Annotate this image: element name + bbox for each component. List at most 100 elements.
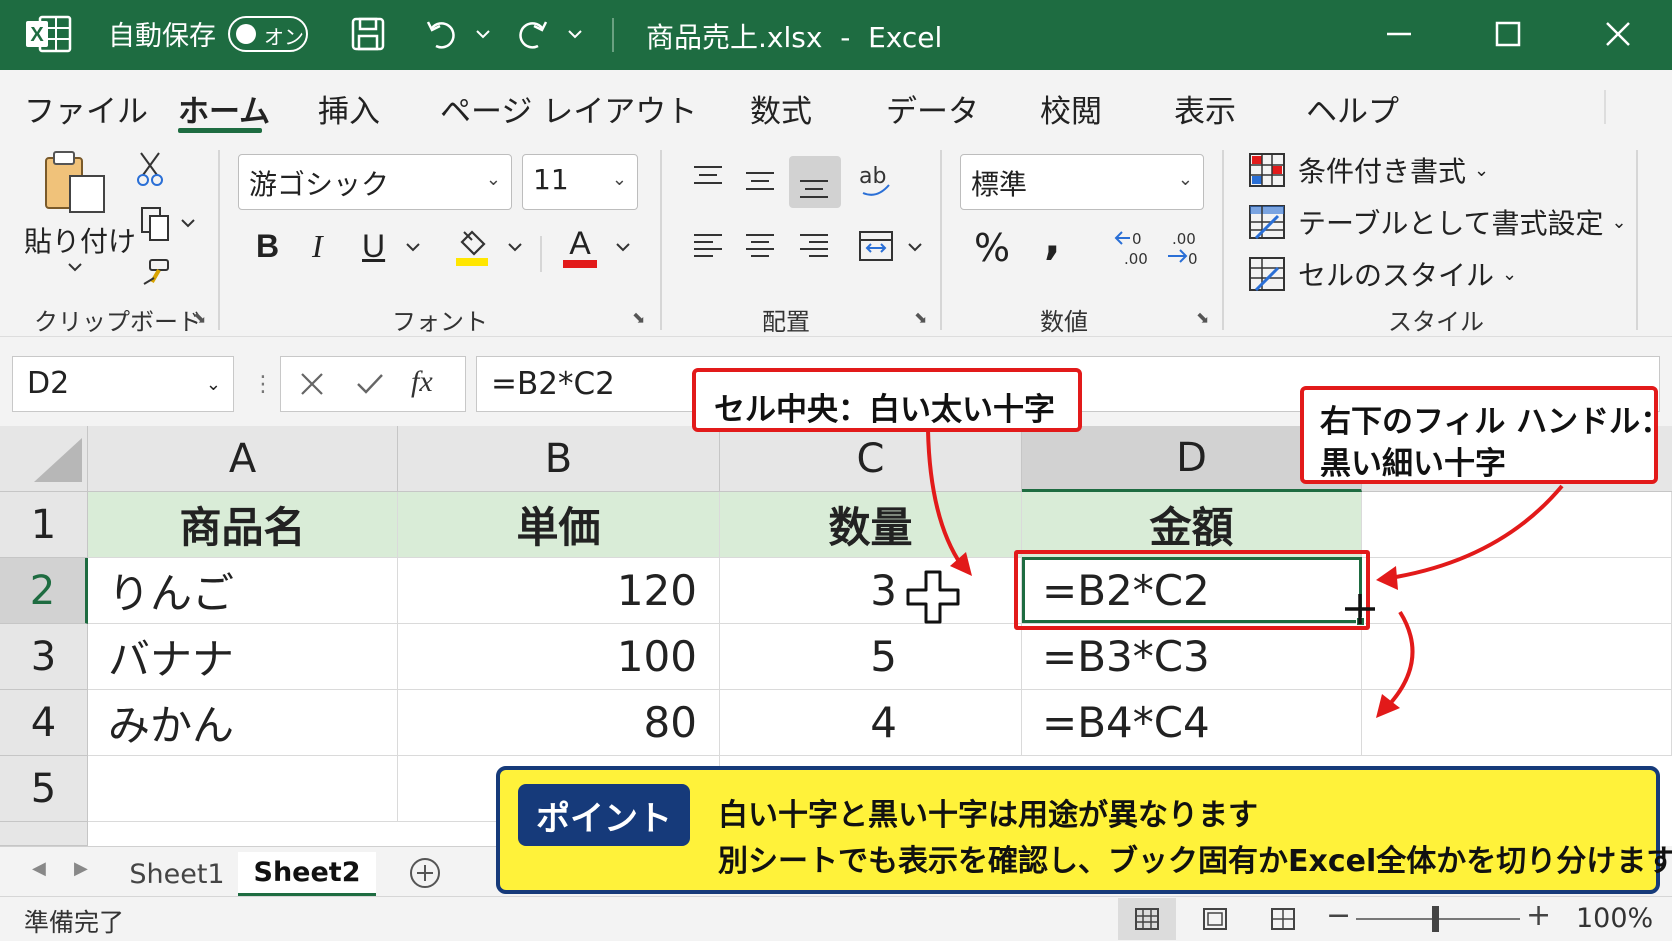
bold-button[interactable]: B: [256, 228, 279, 265]
font-name-select[interactable]: 游ゴシック ⌄: [238, 154, 512, 210]
cut-button[interactable]: [132, 150, 168, 188]
add-sheet-button[interactable]: [406, 854, 444, 892]
cell-a3[interactable]: バナナ: [88, 624, 398, 690]
tab-data[interactable]: データ: [886, 86, 979, 131]
copy-button[interactable]: [138, 206, 200, 242]
row-header-1[interactable]: 1: [0, 492, 88, 558]
tab-formulas[interactable]: 数式: [750, 86, 812, 131]
cell-d1[interactable]: 金額: [1022, 492, 1362, 558]
format-as-table-button[interactable]: テーブルとして書式設定 ⌄: [1248, 202, 1627, 242]
align-right-button[interactable]: [796, 226, 832, 266]
tab-insert[interactable]: 挿入: [318, 86, 380, 131]
comma-style-button[interactable]: ,: [1044, 214, 1061, 265]
cell-b4[interactable]: 80: [398, 690, 720, 756]
clipboard-launcher-icon[interactable]: ⬊: [193, 308, 206, 327]
row-header-6[interactable]: [0, 822, 88, 846]
cell-a2[interactable]: りんご: [88, 558, 398, 624]
cell-e2[interactable]: [1362, 558, 1672, 624]
zoom-slider-thumb[interactable]: [1432, 906, 1439, 932]
align-left-button[interactable]: [690, 226, 726, 266]
sheet-tab-sheet1[interactable]: Sheet1: [118, 852, 236, 896]
cell-b2[interactable]: 120: [398, 558, 720, 624]
sheet-tab-sheet2[interactable]: Sheet2: [238, 852, 376, 896]
row-header-4[interactable]: 4: [0, 690, 88, 756]
font-color-dropdown[interactable]: [612, 238, 634, 258]
tab-file[interactable]: ファイル: [24, 86, 148, 131]
merge-center-button[interactable]: [856, 226, 896, 266]
row-header-5[interactable]: 5: [0, 756, 88, 822]
tab-review[interactable]: 校閲: [1040, 86, 1102, 131]
number-format-select[interactable]: 標準 ⌄: [960, 154, 1204, 210]
font-color-button[interactable]: A: [560, 224, 600, 270]
cancel-entry-button[interactable]: [295, 367, 329, 401]
fill-color-button[interactable]: [450, 224, 494, 270]
align-middle-button[interactable]: [742, 160, 778, 200]
paste-button[interactable]: [40, 148, 112, 216]
font-launcher-icon[interactable]: ⬊: [632, 308, 645, 327]
align-center-button[interactable]: [742, 226, 778, 266]
zoom-out-button[interactable]: −: [1326, 898, 1351, 933]
column-header-a[interactable]: A: [88, 426, 398, 492]
cell-c2[interactable]: 3: [720, 558, 1022, 624]
page-break-view-button[interactable]: [1254, 898, 1312, 940]
cell-a1[interactable]: 商品名: [88, 492, 398, 558]
decrease-decimal-button[interactable]: .00 0: [1162, 226, 1206, 270]
align-bottom-button[interactable]: [796, 164, 832, 204]
align-top-button[interactable]: [690, 158, 726, 198]
cell-c1[interactable]: 数量: [720, 492, 1022, 558]
cell-e1[interactable]: [1362, 492, 1672, 558]
tab-help[interactable]: ヘルプ: [1306, 86, 1399, 131]
page-layout-view-button[interactable]: [1186, 898, 1244, 940]
cell-a5[interactable]: [88, 756, 398, 822]
cell-d4[interactable]: =B4*C4: [1022, 690, 1362, 756]
normal-view-button[interactable]: [1118, 898, 1176, 940]
paste-dropdown[interactable]: [62, 258, 88, 278]
zoom-in-button[interactable]: +: [1526, 898, 1551, 933]
fill-color-dropdown[interactable]: [504, 238, 526, 258]
format-painter-button[interactable]: [138, 254, 174, 290]
confirm-entry-button[interactable]: [353, 367, 387, 401]
cell-d3[interactable]: =B3*C3: [1022, 624, 1362, 690]
italic-button[interactable]: I: [312, 228, 323, 265]
redo-dropdown[interactable]: [566, 14, 584, 54]
column-header-b[interactable]: B: [398, 426, 720, 492]
tab-view[interactable]: 表示: [1174, 86, 1236, 131]
formula-bar-grip-icon[interactable]: ⋮: [252, 372, 274, 397]
cell-e3[interactable]: [1362, 624, 1672, 690]
number-launcher-icon[interactable]: ⬊: [1196, 308, 1209, 327]
maximize-button[interactable]: [1494, 14, 1522, 54]
select-all-button[interactable]: [0, 426, 88, 492]
zoom-level[interactable]: 100%: [1576, 903, 1653, 934]
orientation-button[interactable]: ab: [856, 158, 896, 202]
tab-page-layout[interactable]: ページ レイアウト: [440, 86, 697, 131]
cell-c4[interactable]: 4: [720, 690, 1022, 756]
alignment-launcher-icon[interactable]: ⬊: [914, 308, 927, 327]
underline-dropdown[interactable]: [402, 238, 424, 258]
minimize-button[interactable]: [1384, 14, 1414, 54]
sheet-prev-icon[interactable]: ◀: [32, 858, 46, 879]
row-header-3[interactable]: 3: [0, 624, 88, 690]
column-header-c[interactable]: C: [720, 426, 1022, 492]
cell-c3[interactable]: 5: [720, 624, 1022, 690]
sheet-next-icon[interactable]: ▶: [74, 858, 88, 879]
cell-a4[interactable]: みかん: [88, 690, 398, 756]
save-button[interactable]: [350, 14, 386, 54]
cell-b1[interactable]: 単価: [398, 492, 720, 558]
redo-button[interactable]: [514, 14, 550, 54]
close-button[interactable]: [1604, 14, 1632, 54]
undo-dropdown[interactable]: [474, 14, 492, 54]
percent-style-button[interactable]: %: [974, 226, 1010, 270]
autosave-toggle[interactable]: オン: [228, 16, 308, 52]
cell-e4[interactable]: [1362, 690, 1672, 756]
merge-dropdown[interactable]: [904, 238, 926, 258]
undo-button[interactable]: [424, 14, 460, 54]
cell-b3[interactable]: 100: [398, 624, 720, 690]
row-header-2[interactable]: 2: [0, 558, 88, 624]
insert-function-button[interactable]: fx: [411, 365, 433, 399]
tab-home[interactable]: ホーム: [178, 86, 270, 131]
underline-button[interactable]: U: [362, 228, 385, 265]
increase-decimal-button[interactable]: 0.00: [1112, 226, 1156, 270]
cell-styles-button[interactable]: セルのスタイル ⌄: [1248, 254, 1517, 294]
font-size-select[interactable]: 11 ⌄: [522, 154, 638, 210]
name-box[interactable]: D2 ⌄: [12, 356, 234, 412]
